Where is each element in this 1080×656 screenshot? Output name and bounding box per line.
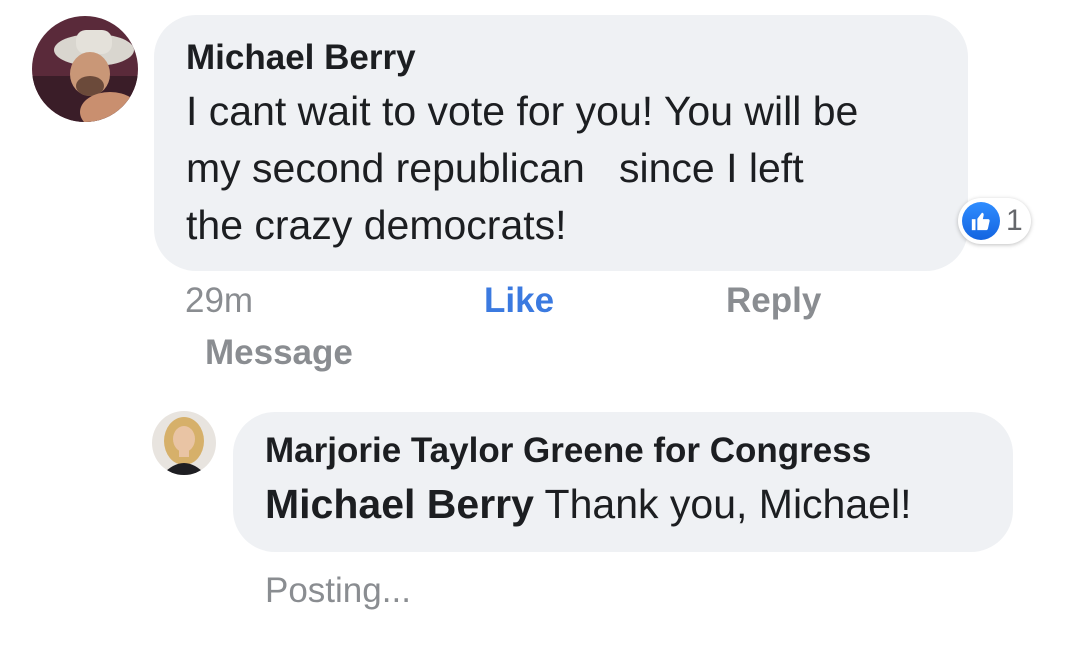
- thumbs-up-icon: [962, 202, 1000, 240]
- reply-mention[interactable]: Michael Berry: [265, 481, 534, 527]
- reaction-count: 1: [1006, 204, 1023, 237]
- avatar-image: [32, 16, 138, 122]
- comment-thread: Michael Berry I cant wait to vote for yo…: [0, 0, 1080, 656]
- comment-bubble: Michael Berry I cant wait to vote for yo…: [154, 15, 968, 271]
- reply-avatar[interactable]: [152, 411, 216, 475]
- posting-status: Posting...: [265, 571, 411, 610]
- like-button[interactable]: Like: [484, 281, 554, 321]
- comment-text: I cant wait to vote for you! You will be…: [186, 88, 859, 248]
- reaction-summary[interactable]: 1: [958, 198, 1031, 244]
- reply-avatar-image: [152, 411, 216, 475]
- comment-author[interactable]: Michael Berry: [186, 37, 936, 79]
- reply-text-line: Michael Berry Thank you, Michael!: [265, 478, 981, 530]
- reply-button[interactable]: Reply: [726, 281, 821, 321]
- comment-timestamp[interactable]: 29m: [185, 281, 253, 321]
- avatar[interactable]: [32, 16, 138, 122]
- message-button[interactable]: Message: [205, 333, 353, 373]
- reply-author[interactable]: Marjorie Taylor Greene for Congress: [265, 430, 981, 472]
- reply-bubble: Marjorie Taylor Greene for Congress Mich…: [233, 412, 1013, 552]
- reply-text: Thank you, Michael!: [533, 481, 912, 527]
